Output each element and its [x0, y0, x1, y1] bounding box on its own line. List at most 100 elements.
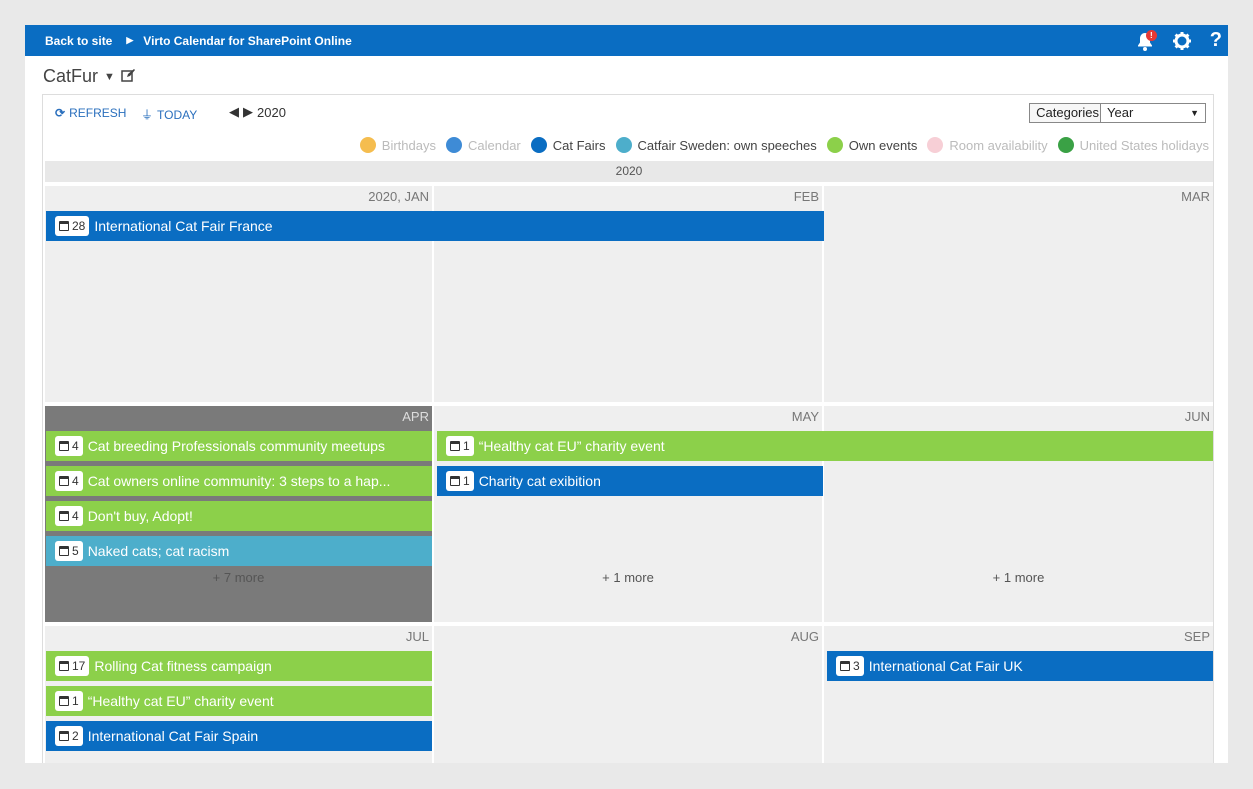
legend-dot — [826, 137, 843, 153]
event-date-badge: 1 — [446, 471, 474, 491]
event-title: “Healthy cat EU” charity event — [478, 438, 665, 454]
calendar-icon — [59, 476, 69, 486]
event-bar[interactable]: 1 “Healthy cat EU” charity event — [46, 686, 432, 716]
calendar-icon — [59, 661, 69, 671]
calendar-frame: ⟳ REFRESH ⏚ TODAY ◀ ▶ 2020 Categories Ye… — [42, 94, 1214, 763]
event-title: Cat owners online community: 3 steps to … — [87, 473, 391, 489]
event-bar[interactable]: 5 Naked cats; cat racism — [46, 536, 432, 566]
calendar-name[interactable]: CatFur — [43, 66, 98, 87]
year-band: 2020 — [45, 161, 1213, 182]
event-bar[interactable]: 2 International Cat Fair Spain — [46, 721, 432, 751]
more-events-link[interactable]: + 1 more — [434, 570, 822, 585]
event-date-badge: 28 — [55, 216, 90, 236]
breadcrumb: Back to site ▶ Virto Calendar for ShareP… — [25, 34, 352, 48]
event-title: Charity cat exibition — [478, 473, 601, 489]
notification-badge: ! — [1145, 29, 1157, 41]
event-date-badge: 4 — [55, 506, 83, 526]
legend-label: Own events — [848, 137, 918, 153]
today-icon: ⏚ — [141, 108, 154, 122]
refresh-button[interactable]: ⟳ REFRESH — [55, 106, 126, 120]
legend-label: United States holidays — [1079, 137, 1209, 153]
event-date-badge: 3 — [836, 656, 864, 676]
legend-item-catfair-sweden[interactable]: Catfair Sweden: own speeches — [615, 137, 817, 153]
event-date-badge: 2 — [55, 726, 83, 746]
legend-dot — [359, 137, 376, 153]
month-label: AUG — [790, 629, 819, 644]
year-navigation: ◀ ▶ 2020 — [229, 104, 286, 120]
month-label: SEP — [1183, 629, 1210, 644]
month-cell-aug[interactable]: AUG — [434, 626, 822, 763]
edit-icon[interactable] — [121, 66, 135, 87]
legend-item-own-events[interactable]: Own events — [826, 137, 918, 153]
event-title: International Cat Fair UK — [868, 658, 1023, 674]
today-label: TODAY — [157, 107, 198, 122]
legend-dot — [530, 137, 547, 153]
chevron-right-icon: ▶ — [126, 35, 134, 45]
legend-dot — [615, 137, 632, 153]
month-label: MAR — [1181, 189, 1210, 204]
calendar-icon — [59, 511, 69, 521]
calendar-icon — [59, 731, 69, 741]
topbar-icons: ! ? — [1136, 25, 1228, 56]
calendar-icon — [450, 476, 460, 486]
caret-down-icon[interactable]: ▼ — [104, 71, 115, 83]
back-to-site-link[interactable]: Back to site — [45, 34, 112, 48]
main-content: CatFur ▼ ⟳ REFRESH ⏚ TODAY ◀ ▶ 2020 Cate… — [25, 56, 1228, 763]
month-label: FEB — [793, 189, 819, 204]
calendar-icon — [59, 696, 69, 706]
event-title: Naked cats; cat racism — [87, 543, 230, 559]
settings-gear-icon[interactable] — [1172, 31, 1192, 51]
event-title: International Cat Fair France — [94, 218, 273, 234]
event-bar[interactable]: 4 Cat breeding Professionals community m… — [46, 431, 432, 461]
categories-button[interactable]: Categories — [1029, 103, 1106, 123]
legend-label: Calendar — [468, 137, 521, 153]
top-navigation-bar: Back to site ▶ Virto Calendar for ShareP… — [25, 25, 1228, 56]
event-date-badge: 17 — [55, 656, 90, 676]
event-bar[interactable]: 1 “Healthy cat EU” charity event — [437, 431, 1213, 461]
dropdown-caret-icon: ▼ — [1190, 108, 1199, 118]
event-bar[interactable]: 4 Don't buy, Adopt! — [46, 501, 432, 531]
event-bar[interactable]: 1 Charity cat exibition — [437, 466, 823, 496]
today-button[interactable]: ⏚ TODAY — [141, 106, 197, 123]
legend-item-cat-fairs[interactable]: Cat Fairs — [530, 137, 606, 153]
more-events-link[interactable]: + 7 more — [45, 570, 432, 585]
prev-arrow-icon[interactable]: ◀ — [229, 104, 239, 120]
calendar-icon — [840, 661, 850, 671]
calendar-toolbar: ⟳ REFRESH ⏚ TODAY ◀ ▶ 2020 Categories Ye… — [43, 95, 1213, 131]
legend-item-calendar[interactable]: Calendar — [446, 137, 521, 153]
legend-label: Cat Fairs — [552, 137, 606, 153]
notification-bell-icon[interactable]: ! — [1136, 29, 1158, 52]
legend-item-room-availability[interactable]: Room availability — [927, 137, 1048, 153]
help-icon[interactable]: ? — [1210, 29, 1222, 52]
event-bar[interactable]: 28 International Cat Fair France — [46, 211, 824, 241]
event-bar[interactable]: 17 Rolling Cat fitness campaign — [46, 651, 432, 681]
legend-dot — [446, 137, 462, 153]
view-select-value: Year — [1107, 105, 1134, 120]
month-cell-mar[interactable]: MAR — [824, 186, 1213, 402]
event-date-badge: 5 — [55, 541, 83, 561]
event-bar[interactable]: 3 International Cat Fair UK — [827, 651, 1213, 681]
legend-item-us-holidays[interactable]: United States holidays — [1057, 137, 1209, 153]
month-label: MAY — [791, 409, 819, 424]
legend-label: Room availability — [949, 137, 1048, 153]
legend-item-birthdays[interactable]: Birthdays — [359, 137, 436, 153]
event-title: Cat breeding Professionals community mee… — [87, 438, 385, 454]
more-events-link[interactable]: + 1 more — [824, 570, 1213, 585]
app-title[interactable]: Virto Calendar for SharePoint Online — [143, 34, 351, 48]
view-select[interactable]: Year ▼ — [1100, 103, 1206, 123]
event-date-badge: 4 — [55, 436, 83, 456]
event-title: “Healthy cat EU” charity event — [87, 693, 274, 709]
month-cell-sep[interactable]: SEP — [824, 626, 1213, 763]
legend-label: Birthdays — [381, 137, 436, 153]
event-title: Don't buy, Adopt! — [87, 508, 193, 524]
event-date-badge: 1 — [55, 691, 83, 711]
next-arrow-icon[interactable]: ▶ — [243, 104, 253, 120]
refresh-icon: ⟳ — [55, 106, 66, 120]
month-label: APR — [402, 409, 429, 424]
event-title: Rolling Cat fitness campaign — [94, 658, 272, 674]
event-title: International Cat Fair Spain — [87, 728, 259, 744]
event-bar[interactable]: 4 Cat owners online community: 3 steps t… — [46, 466, 432, 496]
event-date-badge: 4 — [55, 471, 83, 491]
legend-label: Catfair Sweden: own speeches — [637, 137, 817, 153]
month-label: JUL — [405, 629, 429, 644]
